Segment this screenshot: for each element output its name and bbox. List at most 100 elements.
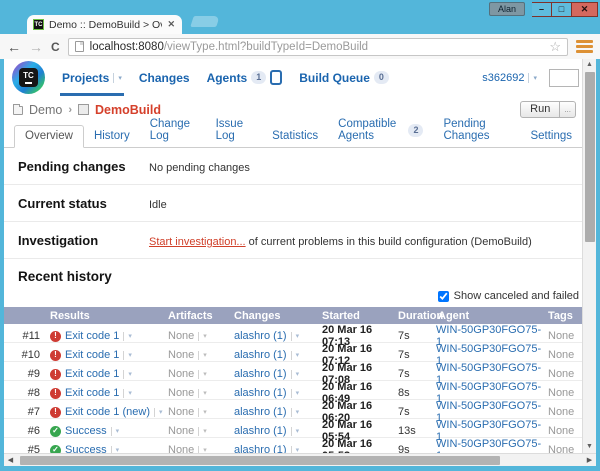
result-link[interactable]: Exit code 1 xyxy=(65,387,119,399)
table-row[interactable]: #9 ! Exit code 1 ▾ None ▾ alashro (1) ▾ … xyxy=(4,362,582,381)
table-row[interactable]: #10 ! Exit code 1 ▾ None ▾ alashro (1) ▾… xyxy=(4,343,582,362)
result-dropdown-icon[interactable]: ▾ xyxy=(128,332,132,340)
horizontal-scroll-thumb[interactable] xyxy=(20,456,500,465)
tab-compatible-agents[interactable]: Compatible Agents2 xyxy=(328,114,433,147)
forward-icon[interactable]: → xyxy=(29,40,43,54)
changes-link[interactable]: alashro (1) xyxy=(234,349,287,361)
result-dropdown-icon[interactable]: ▾ xyxy=(116,427,120,435)
result-dropdown-icon[interactable]: ▾ xyxy=(128,389,132,397)
start-investigation-link[interactable]: Start investigation... xyxy=(149,236,246,248)
tab-history[interactable]: History xyxy=(84,126,140,147)
duration-value: 7s xyxy=(396,368,436,380)
close-button[interactable]: ✕ xyxy=(572,2,598,17)
browser-profile-button[interactable]: Alan xyxy=(489,2,525,16)
artifacts-dropdown-icon[interactable]: ▾ xyxy=(203,351,207,359)
result-link[interactable]: Exit code 1 xyxy=(65,330,119,342)
bookmark-star-icon[interactable]: ☆ xyxy=(549,39,561,55)
divider xyxy=(111,427,112,436)
project-icon xyxy=(13,106,23,115)
changes-dropdown-icon[interactable]: ▾ xyxy=(296,351,300,359)
result-dropdown-icon[interactable]: ▾ xyxy=(128,370,132,378)
nav-changes[interactable]: Changes xyxy=(139,59,190,96)
tab-statistics[interactable]: Statistics xyxy=(262,126,328,147)
changes-dropdown-icon[interactable]: ▾ xyxy=(296,370,300,378)
build-status-icon: ! xyxy=(50,331,61,342)
artifacts-dropdown-icon[interactable]: ▾ xyxy=(203,370,207,378)
nav-changes-label: Changes xyxy=(139,71,190,85)
tab-overview[interactable]: Overview xyxy=(14,125,84,148)
minimize-button[interactable]: – xyxy=(532,2,552,17)
changes-dropdown-icon[interactable]: ▾ xyxy=(296,408,300,416)
artifacts-dropdown-icon[interactable]: ▾ xyxy=(203,408,207,416)
chevron-down-icon[interactable]: ▾ xyxy=(533,74,537,82)
artifacts-dropdown-icon[interactable]: ▾ xyxy=(203,427,207,435)
scroll-left-icon[interactable]: ◀ xyxy=(4,456,17,464)
investigation-text: of current problems in this build config… xyxy=(249,236,532,248)
result-dropdown-icon[interactable]: ▾ xyxy=(116,446,120,453)
build-history-table: Results Artifacts Changes Started Durati… xyxy=(4,307,582,453)
result-link[interactable]: Exit code 1 xyxy=(65,349,119,361)
artifacts-dropdown-icon[interactable]: ▾ xyxy=(203,446,207,453)
changes-link[interactable]: alashro (1) xyxy=(234,406,287,418)
nav-projects[interactable]: Projects ▾ xyxy=(62,59,122,96)
table-row[interactable]: #11 ! Exit code 1 ▾ None ▾ alashro (1) ▾… xyxy=(4,324,582,343)
show-canceled-checkbox[interactable] xyxy=(438,291,449,302)
tab-close-icon[interactable]: ✕ xyxy=(167,19,175,30)
horizontal-scrollbar[interactable]: ◀ ▶ xyxy=(4,453,596,466)
changes-dropdown-icon[interactable]: ▾ xyxy=(296,446,300,453)
table-row[interactable]: #7 ! Exit code 1 (new) ▾ None ▾ alashro … xyxy=(4,400,582,419)
new-tab-button[interactable] xyxy=(190,16,220,27)
artifacts-dropdown-icon[interactable]: ▾ xyxy=(203,389,207,397)
result-dropdown-icon[interactable]: ▾ xyxy=(128,351,132,359)
changes-link[interactable]: alashro (1) xyxy=(234,387,287,399)
tab-issue-log[interactable]: Issue Log xyxy=(206,114,263,147)
scroll-up-icon[interactable]: ▲ xyxy=(586,59,593,71)
browser-tab[interactable]: TC Demo :: DemoBuild > Ove ✕ xyxy=(27,15,182,34)
result-link[interactable]: Success xyxy=(65,444,107,453)
url-text[interactable]: localhost:8080/viewType.html?buildTypeId… xyxy=(90,41,544,53)
browser-tab-title: Demo :: DemoBuild > Ove xyxy=(49,19,162,31)
changes-link[interactable]: alashro (1) xyxy=(234,330,287,342)
result-link[interactable]: Success xyxy=(65,425,107,437)
run-button[interactable]: Run xyxy=(520,101,560,118)
user-menu[interactable]: s362692 ▾ xyxy=(482,69,576,87)
browser-menu-icon[interactable] xyxy=(576,40,593,53)
changes-link[interactable]: alashro (1) xyxy=(234,368,287,380)
table-row[interactable]: #8 ! Exit code 1 ▾ None ▾ alashro (1) ▾ … xyxy=(4,381,582,400)
vertical-scroll-thumb[interactable] xyxy=(585,72,595,242)
nav-build-queue[interactable]: Build Queue 0 xyxy=(299,59,389,96)
artifacts-dropdown-icon[interactable]: ▾ xyxy=(203,332,207,340)
run-options-button[interactable]: ... xyxy=(560,101,576,118)
scroll-right-icon[interactable]: ▶ xyxy=(583,456,596,464)
tab-settings[interactable]: Settings xyxy=(520,126,582,147)
address-bar[interactable]: localhost:8080/viewType.html?buildTypeId… xyxy=(68,38,568,56)
back-icon[interactable]: ← xyxy=(7,40,21,54)
changes-dropdown-icon[interactable]: ▾ xyxy=(296,427,300,435)
build-number: #10 xyxy=(4,349,48,361)
changes-dropdown-icon[interactable]: ▾ xyxy=(296,332,300,340)
result-dropdown-icon[interactable]: ▾ xyxy=(159,408,163,416)
header-artifacts: Artifacts xyxy=(166,310,232,322)
username-link[interactable]: s362692 xyxy=(482,72,524,84)
result-link[interactable]: Exit code 1 xyxy=(65,368,119,380)
result-link[interactable]: Exit code 1 (new) xyxy=(65,406,150,418)
table-row[interactable]: #5 ✓ Success ▾ None ▾ alashro (1) ▾ 20 M… xyxy=(4,438,582,453)
teamcity-logo-icon[interactable]: TC xyxy=(12,61,45,94)
changes-link[interactable]: alashro (1) xyxy=(234,425,287,437)
table-row[interactable]: #6 ✓ Success ▾ None ▾ alashro (1) ▾ 20 M… xyxy=(4,419,582,438)
tab-pending-changes[interactable]: Pending Changes xyxy=(433,114,520,147)
nav-agents[interactable]: Agents 1 xyxy=(207,59,283,96)
reload-icon[interactable]: C xyxy=(51,40,60,54)
breadcrumb-project-link[interactable]: Demo xyxy=(29,103,62,117)
agent-link[interactable]: WIN-50GP30FGO75-1 xyxy=(436,438,541,453)
vertical-scrollbar[interactable]: ▲ ▼ xyxy=(582,59,596,453)
tab-change-log[interactable]: Change Log xyxy=(140,114,206,147)
search-input[interactable] xyxy=(549,69,579,87)
chevron-down-icon[interactable]: ▾ xyxy=(118,74,122,82)
changes-link[interactable]: alashro (1) xyxy=(234,444,287,453)
teamcity-logo-text: TC xyxy=(23,72,34,80)
changes-dropdown-icon[interactable]: ▾ xyxy=(296,389,300,397)
scroll-down-icon[interactable]: ▼ xyxy=(586,441,593,453)
header-results: Results xyxy=(48,310,166,322)
maximize-button[interactable]: □ xyxy=(552,2,572,17)
